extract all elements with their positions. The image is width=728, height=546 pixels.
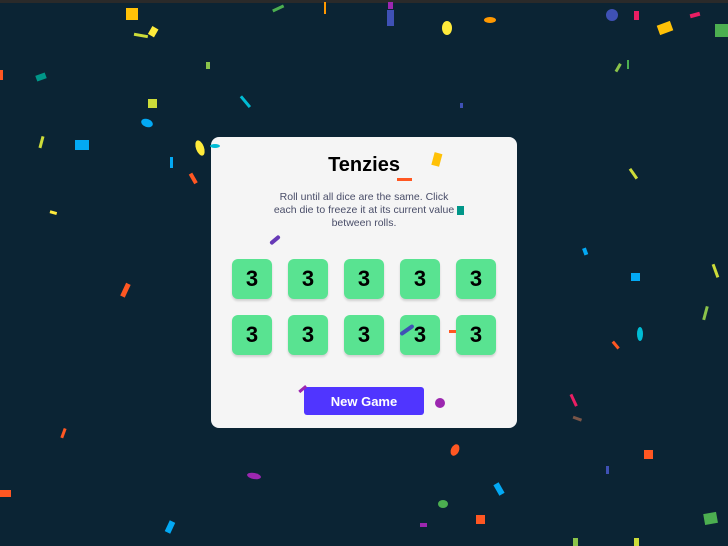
confetti-piece <box>711 263 720 278</box>
confetti-piece <box>476 515 485 524</box>
confetti-piece <box>493 482 505 496</box>
browser-top-edge <box>0 0 728 3</box>
instructions-text: Roll until all dice are the same. Click … <box>273 191 455 229</box>
confetti-piece <box>702 305 709 321</box>
confetti-piece <box>420 523 427 527</box>
confetti-piece <box>606 9 618 21</box>
confetti-piece <box>35 72 47 82</box>
confetti-piece <box>703 511 718 525</box>
confetti-piece <box>656 20 674 36</box>
confetti-piece <box>148 99 157 108</box>
die-8[interactable]: 3 <box>344 315 384 355</box>
confetti-piece <box>388 2 393 9</box>
confetti-piece <box>614 63 622 73</box>
confetti-piece <box>133 32 149 39</box>
confetti-piece <box>272 4 285 13</box>
confetti-piece <box>164 520 176 534</box>
confetti-piece <box>627 60 629 69</box>
confetti-piece <box>206 62 210 69</box>
confetti-piece <box>147 26 159 38</box>
confetti-piece <box>484 17 496 23</box>
confetti-piece <box>324 2 326 14</box>
dice-grid: 3333333333 <box>232 259 497 355</box>
confetti-piece <box>644 450 653 459</box>
confetti-piece <box>38 135 45 149</box>
confetti-piece <box>637 327 643 341</box>
die-5[interactable]: 3 <box>456 259 496 299</box>
confetti-piece <box>247 472 261 480</box>
confetti-piece <box>75 140 89 150</box>
confetti-piece <box>715 24 728 37</box>
die-1[interactable]: 3 <box>232 259 272 299</box>
die-9[interactable]: 3 <box>400 315 440 355</box>
die-3[interactable]: 3 <box>344 259 384 299</box>
confetti-piece <box>0 490 11 497</box>
die-10[interactable]: 3 <box>456 315 496 355</box>
die-2[interactable]: 3 <box>288 259 328 299</box>
confetti-piece <box>460 103 463 108</box>
confetti-piece <box>120 282 131 298</box>
confetti-piece <box>60 427 67 439</box>
confetti-piece <box>438 500 448 508</box>
confetti-piece <box>689 11 701 19</box>
confetti-piece <box>572 415 583 422</box>
confetti-piece <box>141 118 153 128</box>
confetti-piece <box>0 70 3 80</box>
confetti-piece <box>450 444 460 456</box>
confetti-piece <box>126 8 138 20</box>
confetti-piece <box>239 95 252 109</box>
die-7[interactable]: 3 <box>288 315 328 355</box>
confetti-piece <box>634 11 639 20</box>
confetti-piece <box>387 10 394 26</box>
confetti-piece <box>611 340 620 350</box>
page-title: Tenzies <box>328 154 400 176</box>
die-6[interactable]: 3 <box>232 315 272 355</box>
confetti-piece <box>49 210 58 215</box>
confetti-piece <box>569 393 578 407</box>
confetti-piece <box>442 21 452 35</box>
die-4[interactable]: 3 <box>400 259 440 299</box>
confetti-piece <box>634 538 639 546</box>
confetti-piece <box>631 273 640 281</box>
confetti-piece <box>606 466 609 474</box>
new-game-button[interactable]: New Game <box>304 387 424 415</box>
confetti-piece <box>573 538 578 546</box>
confetti-piece <box>582 247 589 256</box>
